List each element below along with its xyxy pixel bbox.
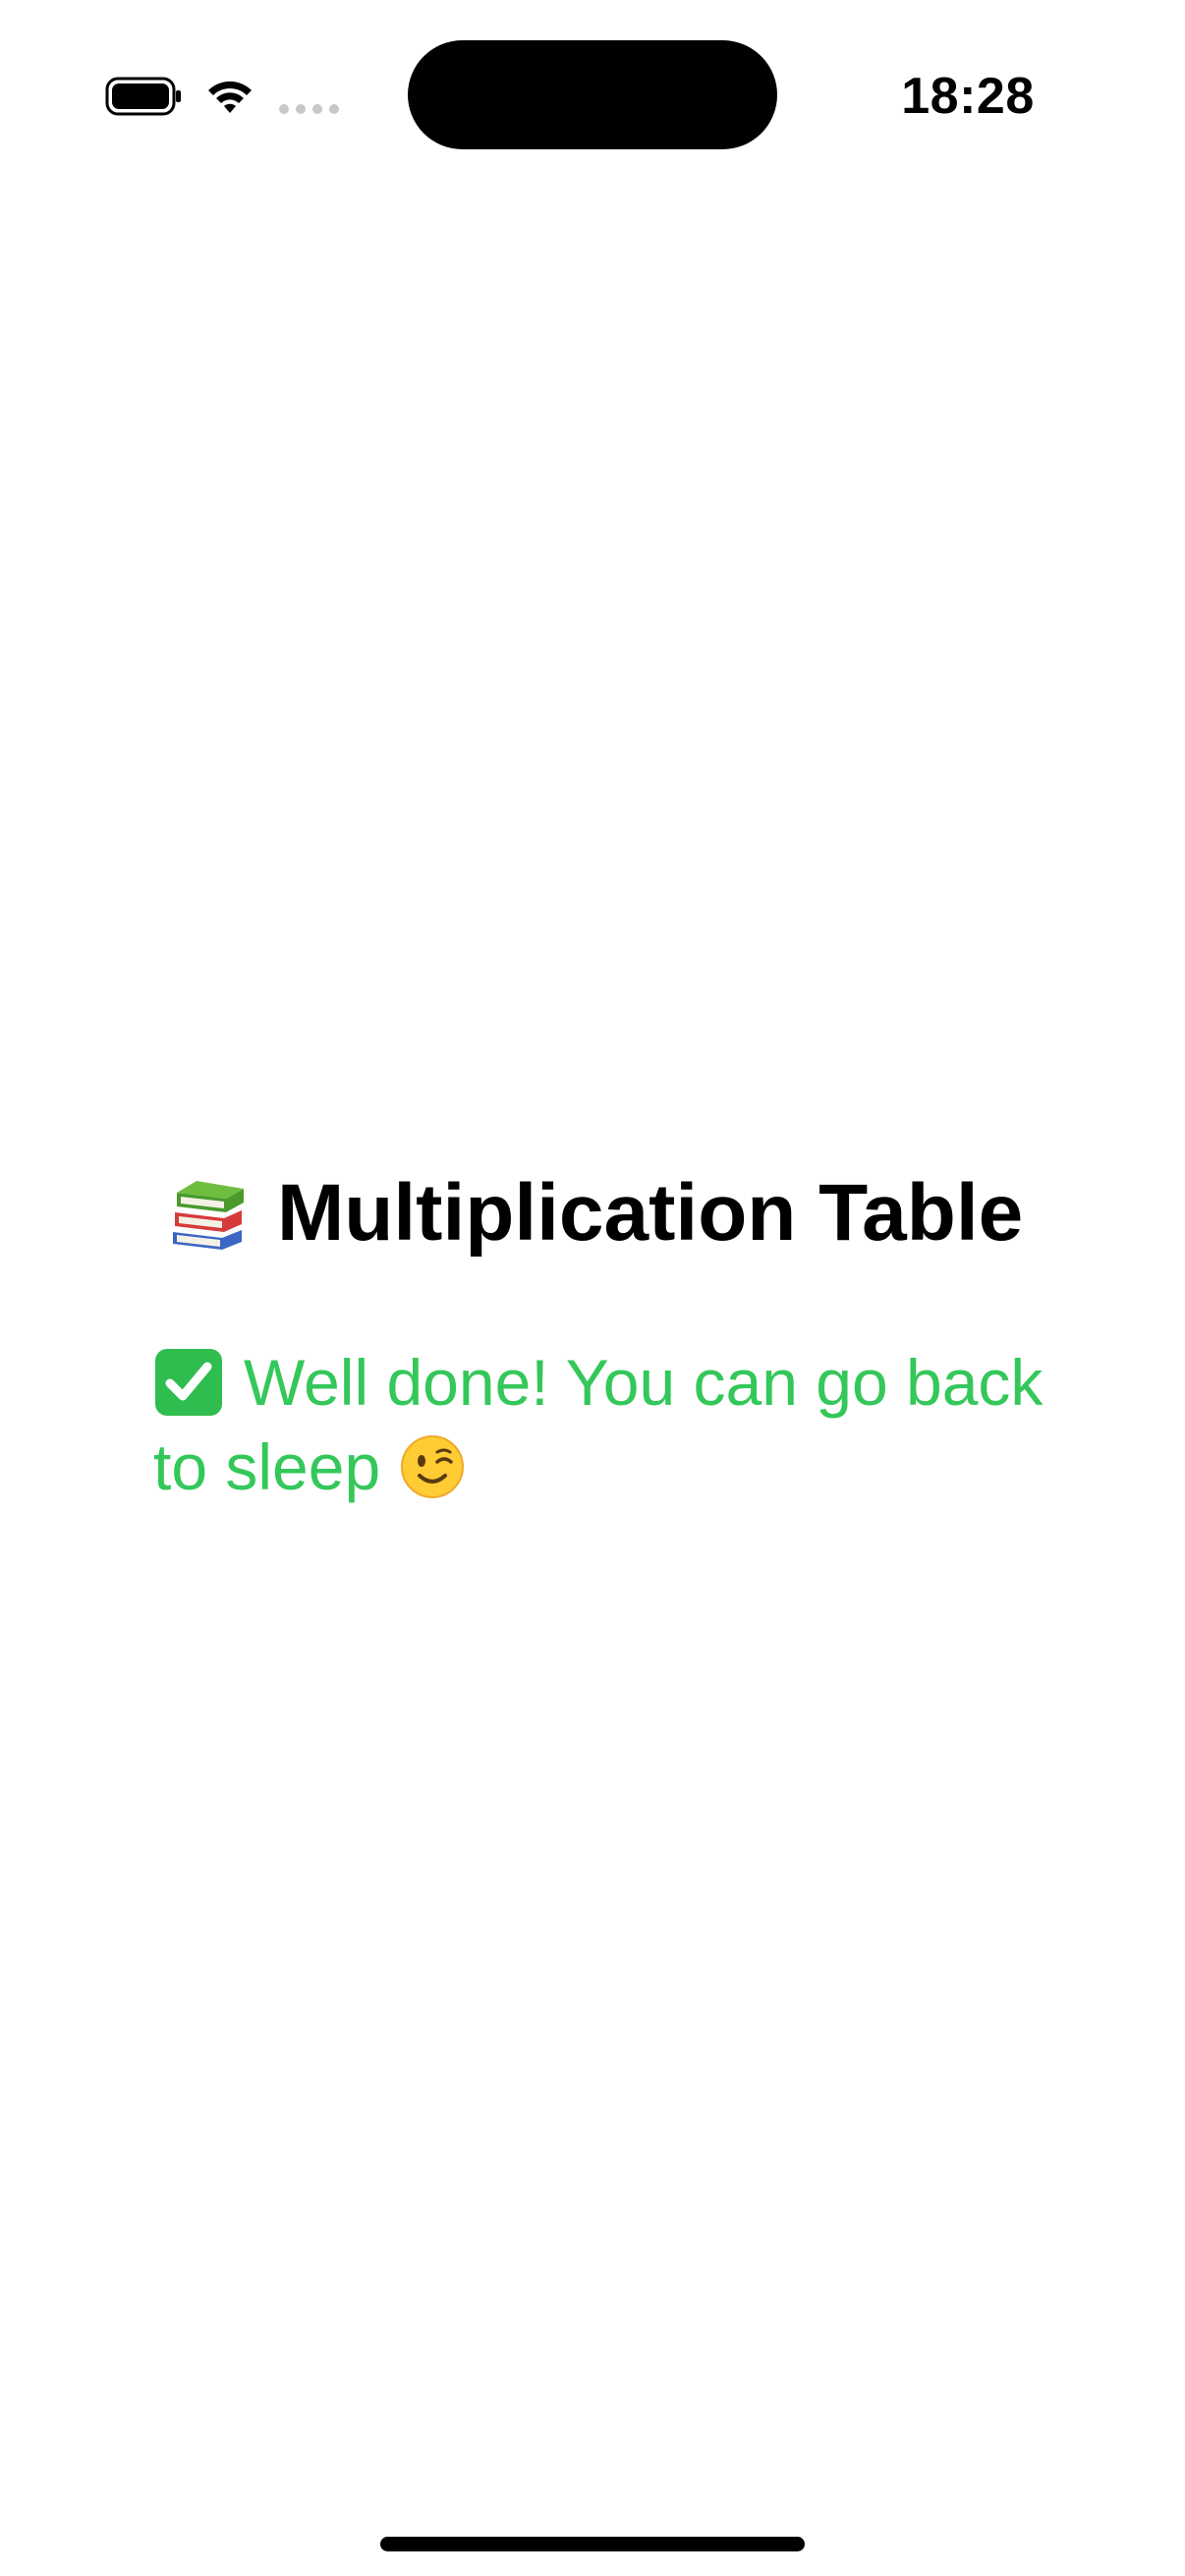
wifi-icon <box>208 81 252 113</box>
success-message-line-1: Well done! You can go back <box>153 1340 1043 1425</box>
status-time: 18:28 <box>901 68 1035 125</box>
battery-icon <box>105 77 181 116</box>
winking-face-icon <box>401 1435 465 1498</box>
dynamic-island <box>408 40 777 149</box>
cellular-signal-icon <box>279 104 339 114</box>
books-icon <box>173 1181 244 1250</box>
status-bar: 18:28 <box>0 0 1185 187</box>
success-message-text-2: to sleep <box>153 1430 381 1503</box>
success-message-text-1: Well done! You can go back <box>244 1346 1044 1419</box>
success-message: Well done! You can go back to sleep <box>153 1340 1043 1509</box>
home-indicator[interactable] <box>380 2537 805 2551</box>
check-mark-icon <box>155 1349 222 1416</box>
title-row: Multiplication Table <box>167 1159 1051 1267</box>
success-message-line-2: to sleep <box>153 1425 1038 1509</box>
page-title: Multiplication Table <box>277 1168 1024 1258</box>
